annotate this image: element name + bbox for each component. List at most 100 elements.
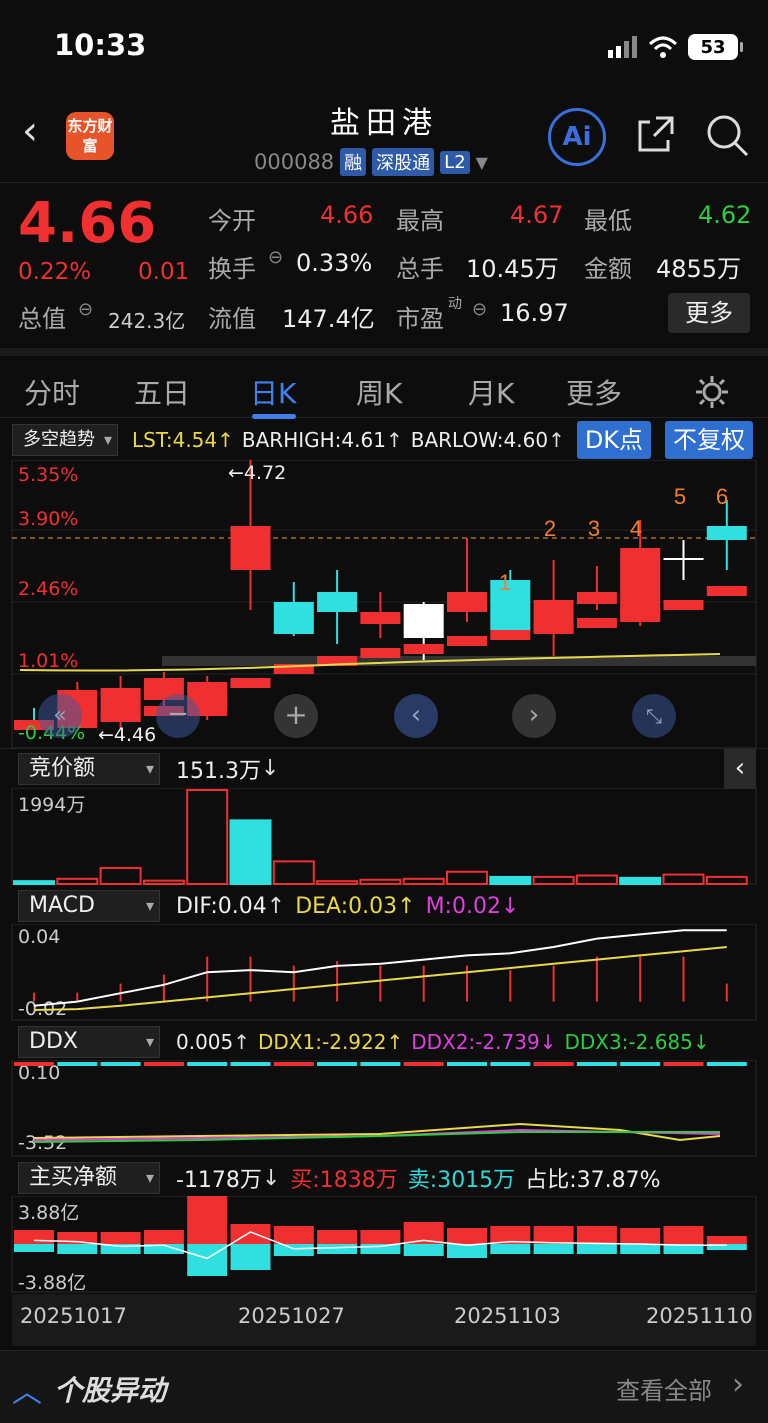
- low-marker: ←4.46: [98, 724, 157, 746]
- wifi-icon: [648, 36, 678, 58]
- float-cap-label: 流值: [208, 305, 256, 333]
- info-icon[interactable]: ⊖: [78, 299, 93, 320]
- float-cap-value: 147.4亿: [282, 305, 375, 333]
- auction-bar: [99, 866, 142, 885]
- m-value: M:0.02: [425, 893, 501, 919]
- low-label: 最低: [584, 207, 632, 235]
- buy-bar: [143, 1230, 184, 1244]
- tab-more[interactable]: 更多: [566, 372, 622, 412]
- high-label: 最高: [396, 207, 444, 235]
- tab-intraday[interactable]: 分时: [24, 372, 80, 412]
- adjust-button[interactable]: 不复权: [665, 421, 754, 459]
- fullscreen-icon[interactable]: ⤡: [632, 694, 676, 738]
- sell-bar: [403, 1244, 444, 1256]
- ddx-bar: [663, 1062, 704, 1066]
- status-icons: 53: [608, 34, 743, 60]
- tab-monthly-k[interactable]: 月K: [468, 372, 514, 412]
- auction-bar: [705, 875, 748, 885]
- trend-step: [100, 712, 141, 722]
- ddx-bar: [490, 1062, 531, 1066]
- auction-bar: [359, 878, 402, 885]
- prev-icon[interactable]: ‹: [394, 694, 438, 738]
- info-icon[interactable]: ⊖: [472, 299, 487, 320]
- auction-select[interactable]: 竞价额: [18, 752, 160, 785]
- period-tabs: 分时 五日 日K 周K 月K 更多: [0, 348, 768, 419]
- chevron-up-icon[interactable]: ︿: [12, 1367, 42, 1411]
- trend-indicator-select[interactable]: 多空趋势: [12, 424, 118, 456]
- turnover-label: 换手: [208, 255, 256, 283]
- sell-bar: [533, 1244, 574, 1254]
- auction-bar: [489, 875, 532, 886]
- date-label: 20251103: [454, 1304, 561, 1328]
- macd-chart: [11, 924, 757, 1021]
- sell-bar: [576, 1244, 617, 1254]
- footer-title: 个股异动: [54, 1374, 167, 1407]
- next-icon[interactable]: ›: [512, 694, 556, 738]
- netbuy-value: -1178万: [176, 1168, 262, 1193]
- buy-bar: [706, 1236, 747, 1244]
- open-label: 今开: [208, 207, 256, 235]
- view-all-link[interactable]: 查看全部: [616, 1371, 712, 1406]
- ddx-bar: [143, 1062, 184, 1066]
- buy-value: 买:1838万: [290, 1168, 398, 1193]
- candle-body: [317, 592, 358, 612]
- signal-icon: [608, 36, 637, 58]
- buy-bar: [663, 1226, 704, 1244]
- ddx-bar: [57, 1062, 98, 1066]
- stock-header: ‹ 东方财富 盐田港 000088 融 深股通 L2 ▼ Ai: [0, 90, 768, 182]
- candle-body: [576, 592, 617, 604]
- auction-bar: [402, 877, 445, 886]
- share-icon[interactable]: [634, 112, 678, 156]
- auction-frame: [11, 788, 757, 885]
- zoom-in-icon[interactable]: +: [274, 694, 318, 738]
- auction-bar: [272, 860, 315, 885]
- tab-weekly-k[interactable]: 周K: [356, 372, 402, 412]
- more-button[interactable]: 更多: [668, 293, 750, 333]
- macd-select[interactable]: MACD: [18, 890, 160, 922]
- settings-gear-icon[interactable]: [694, 374, 730, 410]
- ddx-bar: [533, 1062, 574, 1066]
- info-icon[interactable]: ⊖: [268, 247, 283, 268]
- date-label: 20251027: [238, 1304, 345, 1328]
- market-cap-label: 总值: [18, 305, 66, 333]
- tab-daily-k[interactable]: 日K: [250, 372, 296, 412]
- footer-bar[interactable]: ︿ 个股异动 查看全部 ›: [0, 1350, 768, 1423]
- axis-label: 5.35%: [18, 464, 79, 486]
- volume-label: 总手: [396, 255, 444, 283]
- netbuy-row: 主买净额 -1178万↓ 买:1838万 卖:3015万 占比:37.87%: [0, 1158, 768, 1198]
- ratio-value: 占比:37.87%: [525, 1168, 661, 1193]
- netbuy-select[interactable]: 主买净额: [18, 1162, 160, 1194]
- tab-five-day[interactable]: 五日: [134, 372, 190, 412]
- ddx-bar: [360, 1062, 401, 1066]
- ddx3-value: DDX3:-2.685: [564, 1030, 693, 1054]
- candle-body: [230, 526, 271, 570]
- rewind-icon[interactable]: «: [38, 694, 82, 738]
- pe-superscript: 动: [448, 296, 462, 312]
- ddx-bar: [187, 1062, 228, 1066]
- battery-icon: 53: [688, 34, 743, 60]
- ddx2-value: DDX2:-2.739: [411, 1030, 540, 1054]
- lst-value: LST:4.54: [132, 428, 218, 452]
- search-icon[interactable]: [704, 112, 750, 158]
- auction-bar: [13, 880, 55, 886]
- chevron-down-icon[interactable]: ▼: [476, 153, 488, 172]
- ddx-select[interactable]: DDX: [18, 1026, 160, 1058]
- auction-chart: [11, 788, 757, 886]
- change-amount: 0.01: [138, 259, 190, 285]
- chevron-right-icon[interactable]: ›: [732, 1367, 744, 1402]
- zoom-out-icon[interactable]: −: [156, 694, 200, 738]
- trend-step: [620, 608, 661, 618]
- buy-bar: [576, 1226, 617, 1244]
- dk-point-button[interactable]: DK点: [576, 421, 652, 459]
- ai-button[interactable]: Ai: [548, 108, 606, 166]
- trend-step: [533, 624, 574, 634]
- auction-bar: [142, 879, 185, 886]
- date-label: 20251017: [20, 1304, 127, 1328]
- buy-bar: [447, 1228, 487, 1244]
- collapse-icon[interactable]: ‹: [724, 749, 756, 789]
- barlow-value: BARLOW:4.60: [410, 428, 549, 452]
- ddx-value: 0.005: [176, 1030, 234, 1054]
- trend-step: [403, 644, 444, 654]
- trend-step: [230, 678, 271, 688]
- candle-body: [273, 602, 314, 634]
